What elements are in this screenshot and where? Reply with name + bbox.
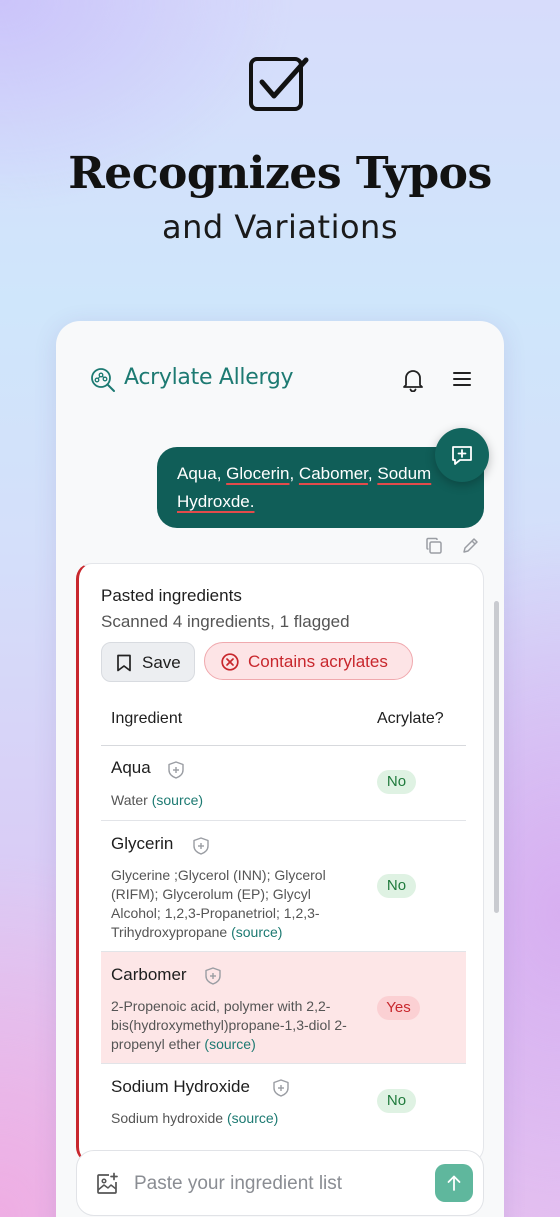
shield-plus-icon[interactable] bbox=[168, 761, 184, 779]
arrow-up-icon bbox=[447, 1175, 461, 1191]
app-title: Acrylate Allergy bbox=[124, 365, 294, 390]
table-row[interactable]: Aqua Water (source) No bbox=[101, 746, 466, 821]
bookmark-icon bbox=[117, 654, 131, 672]
acrylate-no-badge: No bbox=[377, 1089, 416, 1113]
hamburger-menu-icon[interactable] bbox=[452, 370, 472, 388]
ingredient-name: Carbomer bbox=[111, 965, 187, 984]
result-summary: Scanned 4 ingredients, 1 flagged bbox=[101, 612, 350, 631]
ingredient-description: Water (source) bbox=[111, 792, 204, 808]
scrollbar[interactable] bbox=[494, 601, 499, 913]
ingredient-description: Glycerine ;Glycerol (INN); Glycerol (RIF… bbox=[111, 867, 326, 940]
acrylate-no-badge: No bbox=[377, 770, 416, 794]
table-row-flagged[interactable]: Carbomer 2-Propenoic acid, polymer with … bbox=[101, 952, 466, 1064]
result-title: Pasted ingredients bbox=[101, 586, 242, 605]
source-link[interactable]: (source) bbox=[152, 792, 203, 808]
typo-word: Glocerin bbox=[226, 464, 290, 483]
pencil-icon[interactable] bbox=[461, 536, 480, 555]
ingredient-description: Sodium hydroxide (source) bbox=[111, 1110, 279, 1126]
table-row[interactable]: Sodium Hydroxide Sodium hydroxide (sourc… bbox=[101, 1064, 466, 1144]
molecule-search-icon bbox=[91, 368, 115, 392]
x-circle-icon bbox=[221, 653, 239, 671]
add-image-icon[interactable] bbox=[95, 1172, 119, 1196]
checkbox-check-icon bbox=[249, 57, 309, 111]
acrylate-yes-badge: Yes bbox=[377, 996, 420, 1020]
acrylate-no-badge: No bbox=[377, 874, 416, 898]
column-header-acrylate: Acrylate? bbox=[377, 710, 444, 727]
bell-icon[interactable] bbox=[402, 368, 424, 392]
table-row[interactable]: Glycerin Glycerine ;Glycerol (INN); Glyc… bbox=[101, 821, 466, 952]
status-badge-label: Contains acrylates bbox=[248, 652, 388, 671]
shield-plus-icon[interactable] bbox=[205, 967, 221, 985]
typo-word: Hydroxde. bbox=[177, 492, 255, 511]
hero-title: Recognizes Typos bbox=[68, 148, 492, 199]
ingredient-name: Glycerin bbox=[111, 834, 174, 853]
hero-subtitle: and Variations bbox=[161, 208, 398, 246]
ingredient-name: Aqua bbox=[111, 758, 151, 777]
app-bar: Acrylate Allergy bbox=[56, 321, 504, 437]
new-chat-icon bbox=[452, 446, 472, 465]
new-chat-button[interactable] bbox=[435, 428, 489, 482]
save-button-label: Save bbox=[142, 653, 181, 672]
message-word: Aqua bbox=[177, 464, 217, 483]
column-header-ingredient: Ingredient bbox=[111, 710, 183, 727]
ingredient-description: 2-Propenoic acid, polymer with 2,2-bis(h… bbox=[111, 998, 347, 1052]
save-button[interactable]: Save bbox=[101, 642, 195, 682]
shield-plus-icon[interactable] bbox=[193, 837, 209, 855]
source-link[interactable]: (source) bbox=[231, 924, 282, 940]
shield-plus-icon[interactable] bbox=[273, 1079, 289, 1097]
send-button[interactable] bbox=[435, 1164, 473, 1202]
status-badge: Contains acrylates bbox=[204, 642, 413, 680]
app-screen: Acrylate Allergy Aqua, Glocerin, Cabomer… bbox=[56, 321, 504, 1217]
ingredient-input-bar[interactable]: Paste your ingredient list bbox=[76, 1150, 484, 1216]
typo-word: Sodum bbox=[377, 464, 432, 483]
ingredient-input-placeholder[interactable]: Paste your ingredient list bbox=[134, 1173, 342, 1195]
ingredient-name: Sodium Hydroxide bbox=[111, 1077, 250, 1096]
scan-result-card: Pasted ingredients Scanned 4 ingredients… bbox=[76, 563, 484, 1163]
source-link[interactable]: (source) bbox=[227, 1110, 278, 1126]
source-link[interactable]: (source) bbox=[204, 1036, 255, 1052]
copy-icon[interactable] bbox=[425, 537, 443, 555]
typo-word: Cabomer bbox=[298, 464, 368, 483]
